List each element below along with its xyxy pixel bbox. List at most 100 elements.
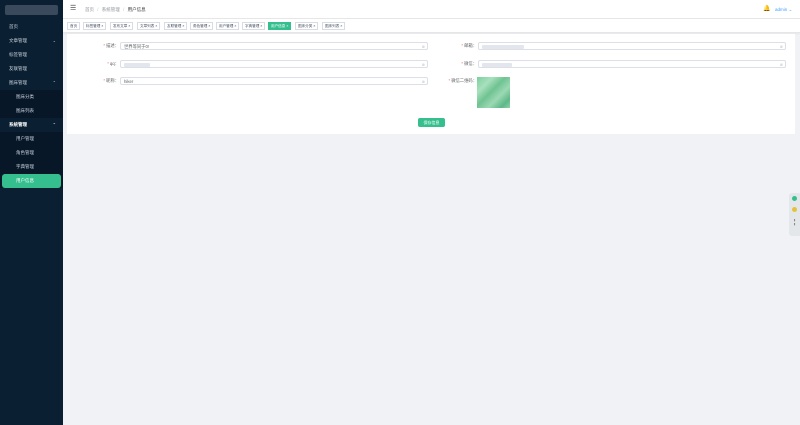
theme-dot-icon[interactable] xyxy=(792,196,797,201)
tag-item-active[interactable]: 用户信息× xyxy=(268,22,292,30)
tag-label: 用户信息 xyxy=(271,24,286,28)
clear-icon[interactable]: ⊗ xyxy=(780,61,783,67)
tag-item[interactable]: 图床分类× xyxy=(295,22,319,30)
sidebar-item-home[interactable]: 首页 xyxy=(0,20,63,34)
nickname-label: *昵称： xyxy=(103,78,119,83)
close-icon[interactable]: × xyxy=(101,24,103,28)
theme-dot-icon[interactable] xyxy=(792,207,797,212)
close-icon[interactable]: × xyxy=(260,24,262,28)
sidebar-item-links[interactable]: 友联管理 xyxy=(0,62,63,76)
email-label: *邮箱： xyxy=(461,43,477,48)
sidebar-item-label: 图床列表 xyxy=(16,108,34,113)
sidebar-item-roles[interactable]: 角色管理 xyxy=(0,146,63,160)
chevron-up-icon: ⌃ xyxy=(52,122,56,127)
close-icon[interactable]: × xyxy=(155,24,157,28)
breadcrumb: 首页 / 系统管理 / 用户信息 xyxy=(85,6,146,13)
close-icon[interactable]: × xyxy=(182,24,184,28)
desc-field[interactable]: 世界等同于0! ⊗ xyxy=(120,42,428,50)
sidebar-item-dictionary[interactable]: 字典管理 xyxy=(0,160,63,174)
chevron-up-icon: ⌃ xyxy=(52,80,56,85)
tag-label: 友联管理 xyxy=(167,24,182,28)
system-submenu: 用户管理 角色管理 字典管理 用户信息 xyxy=(0,132,63,188)
floating-toolbar-text: ▮ ▮ xyxy=(793,218,796,226)
user-menu[interactable]: admin ⌄ xyxy=(775,6,792,13)
sidebar-item-gallery[interactable]: 图床管理 ⌃ xyxy=(0,76,63,90)
wechat-label: *微信： xyxy=(461,61,477,66)
close-icon[interactable]: × xyxy=(128,24,130,28)
tag-label: 角色管理 xyxy=(193,24,208,28)
tag-label: 用户管理 xyxy=(219,24,234,28)
sidebar-item-tags[interactable]: 标签管理 xyxy=(0,48,63,62)
logo xyxy=(5,5,58,15)
breadcrumb-item-system[interactable]: 系统管理 xyxy=(102,7,120,12)
tag-item[interactable]: 友联管理× xyxy=(164,22,188,30)
sidebar-item-gallery-category[interactable]: 图床分类 xyxy=(0,90,63,104)
qr-label: *微信二维码： xyxy=(448,78,477,83)
clear-icon[interactable]: ⊗ xyxy=(422,43,425,49)
wechat-field[interactable]: ⊗ xyxy=(478,60,786,68)
sidebar-item-label: 标签管理 xyxy=(9,52,27,57)
qq-field[interactable]: ⊗ xyxy=(120,60,428,68)
sidebar-item-label: 用户信息 xyxy=(16,178,34,183)
tag-item[interactable]: 标签管理× xyxy=(83,22,107,30)
redacted-value xyxy=(124,62,150,67)
wechat-qr-image[interactable] xyxy=(477,77,510,108)
tag-label: 文章列表 xyxy=(140,24,155,28)
gallery-submenu: 图床分类 图床列表 xyxy=(0,90,63,118)
sidebar-item-system[interactable]: 系统管理 ⌃ xyxy=(0,118,63,132)
nickname-field[interactable]: hiker ⊗ xyxy=(120,77,428,85)
tag-label: 图床列表 xyxy=(325,24,340,28)
top-header: ☰ 首页 / 系统管理 / 用户信息 🔔 admin ⌄ xyxy=(63,0,800,19)
clear-icon[interactable]: ⊗ xyxy=(422,61,425,67)
clear-icon[interactable]: ⊗ xyxy=(422,78,425,84)
tag-item[interactable]: 图床列表× xyxy=(322,22,346,30)
tag-item[interactable]: 角色管理× xyxy=(190,22,214,30)
tag-label: 首页 xyxy=(70,24,78,28)
breadcrumb-separator: / xyxy=(123,7,125,12)
close-icon[interactable]: × xyxy=(340,24,342,28)
tag-home[interactable]: 首页 xyxy=(67,22,81,30)
sidebar-item-label: 友联管理 xyxy=(9,66,27,71)
tag-item[interactable]: 发布文章× xyxy=(110,22,134,30)
sidebar-item-label: 系统管理 xyxy=(9,122,27,127)
sidebar-item-articles[interactable]: 文章管理 ⌄ xyxy=(0,34,63,48)
sidebar-item-label: 用户管理 xyxy=(16,136,34,141)
tag-label: 发布文章 xyxy=(113,24,128,28)
redacted-value xyxy=(482,44,524,49)
close-icon[interactable]: × xyxy=(234,24,236,28)
hamburger-icon[interactable]: ☰ xyxy=(70,5,76,13)
breadcrumb-item-home[interactable]: 首页 xyxy=(85,7,94,12)
tag-label: 字典管理 xyxy=(245,24,260,28)
clear-icon[interactable]: ⊗ xyxy=(780,43,783,49)
sidebar-item-label: 图床分类 xyxy=(16,94,34,99)
sidebar-item-user-info[interactable]: 用户信息 xyxy=(2,174,61,188)
desc-label: *描述： xyxy=(103,43,119,48)
close-icon[interactable]: × xyxy=(286,24,288,28)
sidebar-item-users[interactable]: 用户管理 xyxy=(0,132,63,146)
sidebar-item-label: 图床管理 xyxy=(9,80,27,85)
breadcrumb-separator: / xyxy=(97,7,99,12)
tags-view: 首页 标签管理× 发布文章× 文章列表× 友联管理× 角色管理× 用户管理× 字… xyxy=(63,19,800,33)
save-button[interactable]: 保存信息 xyxy=(418,118,445,127)
sidebar-item-label: 文章管理 xyxy=(9,38,27,43)
bell-icon[interactable]: 🔔 xyxy=(763,5,770,13)
qq-label: *qq： xyxy=(107,61,119,66)
tag-item[interactable]: 用户管理× xyxy=(216,22,240,30)
breadcrumb-item-current: 用户信息 xyxy=(127,7,146,12)
close-icon[interactable]: × xyxy=(208,24,210,28)
sidebar: 首页 文章管理 ⌄ 标签管理 友联管理 图床管理 ⌃ 图床分类 图床列表 系统管… xyxy=(0,0,63,425)
sidebar-item-label: 角色管理 xyxy=(16,150,34,155)
sidebar-item-label: 首页 xyxy=(9,24,18,29)
floating-toolbar[interactable]: ▮ ▮ xyxy=(789,193,800,236)
email-field[interactable]: ⊗ xyxy=(478,42,786,50)
tag-item[interactable]: 字典管理× xyxy=(242,22,266,30)
tag-item[interactable]: 文章列表× xyxy=(137,22,161,30)
chevron-down-icon: ⌄ xyxy=(52,38,56,43)
redacted-value xyxy=(482,62,512,67)
tag-label: 标签管理 xyxy=(86,24,101,28)
sidebar-item-gallery-list[interactable]: 图床列表 xyxy=(0,104,63,118)
sidebar-menu: 首页 文章管理 ⌄ 标签管理 友联管理 图床管理 ⌃ 图床分类 图床列表 系统管… xyxy=(0,20,63,188)
user-info-form: *描述： 世界等同于0! ⊗ *邮箱： ⊗ *qq： ⊗ *微信： ⊗ *昵称：… xyxy=(67,34,795,134)
tag-label: 图床分类 xyxy=(298,24,313,28)
close-icon[interactable]: × xyxy=(313,24,315,28)
